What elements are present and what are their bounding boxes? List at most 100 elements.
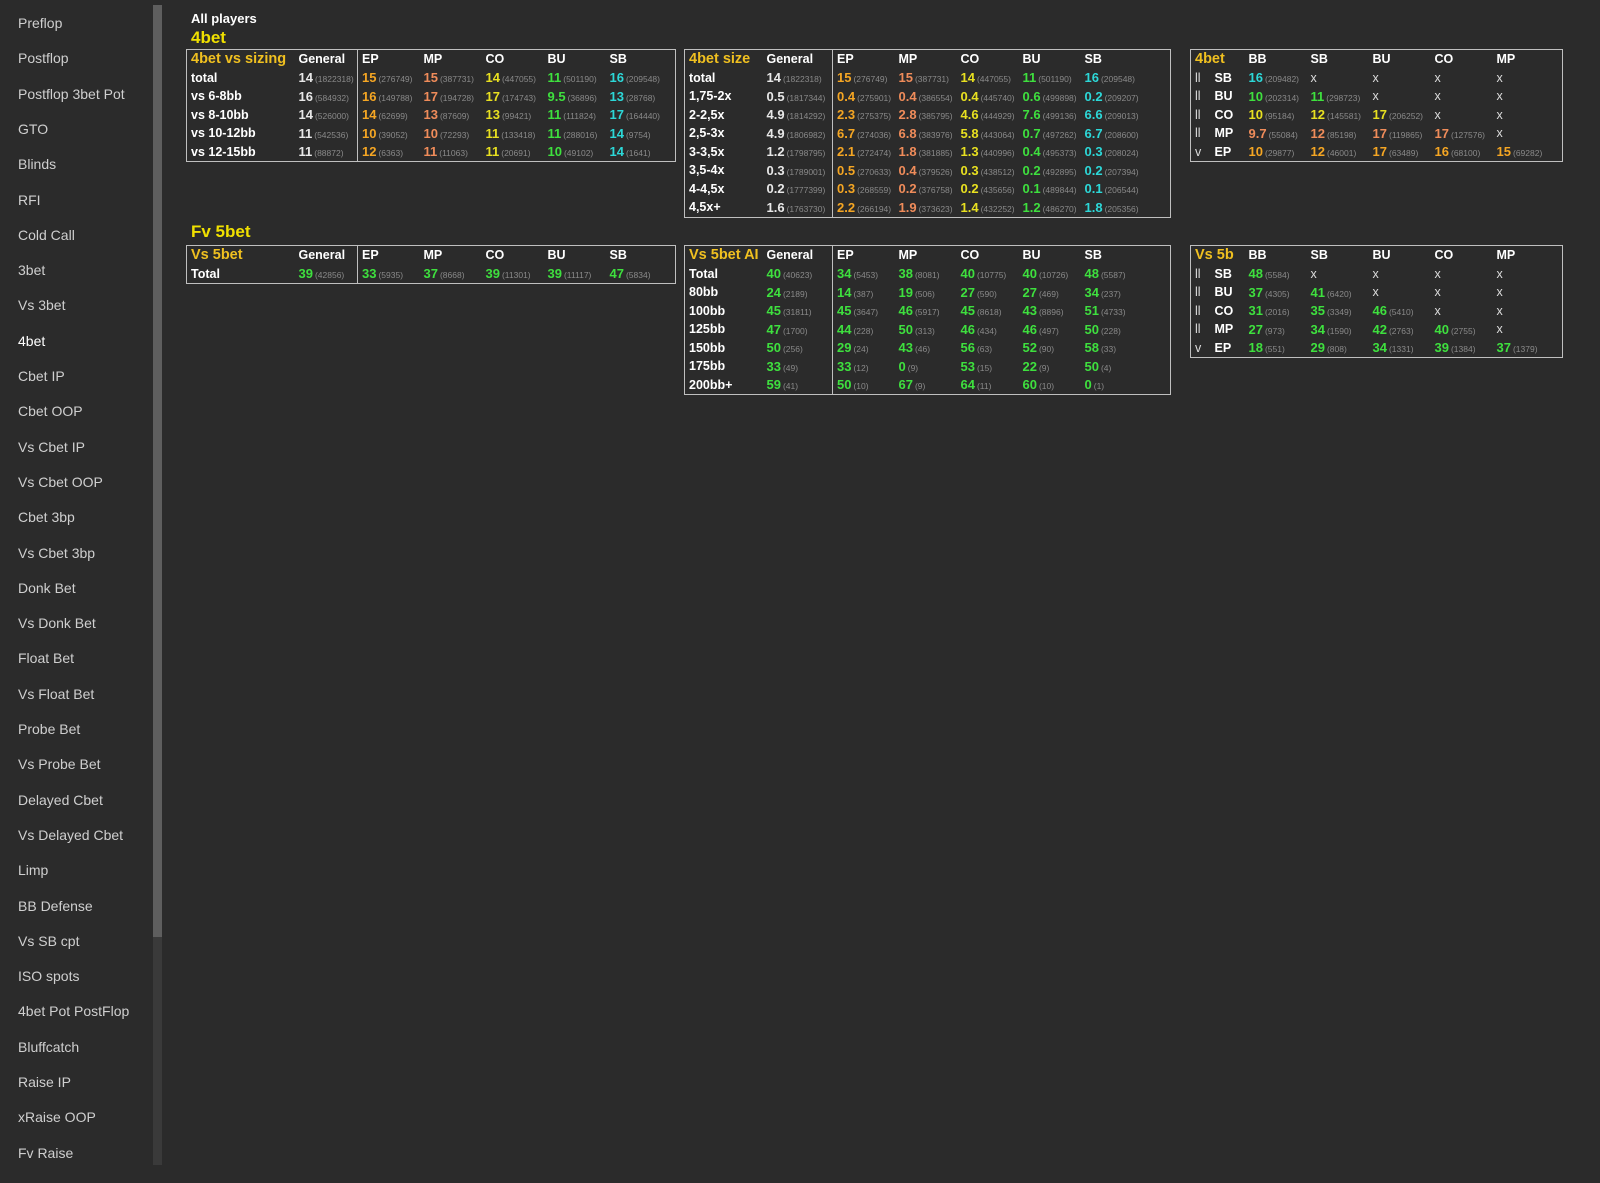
sample-count: (379526) xyxy=(918,166,953,177)
sample-count: (266194) xyxy=(857,203,892,214)
table-row: 1,75-2x 0.5 (1817344) 0.4 (275901) 0.4 (386554… xyxy=(685,87,1171,106)
cell-empty: x xyxy=(1434,89,1441,104)
sidebar-item-bluffcatch[interactable]: Bluffcatch xyxy=(18,1039,79,1055)
sidebar-item-vs-cbet-oop[interactable]: Vs Cbet OOP xyxy=(18,474,103,490)
sidebar-item-vs-donk-bet[interactable]: Vs Donk Bet xyxy=(18,615,96,631)
sample-count: (373623) xyxy=(918,203,953,214)
stat-cell: 43 (8896) xyxy=(1019,302,1081,321)
sidebar-item-float-bet[interactable]: Float Bet xyxy=(18,650,74,666)
table-row: Total 40 (40623) 34 (5453) 38 (8081) 40 (10775) 4… xyxy=(685,264,1171,283)
sample-count: (10775) xyxy=(976,270,1007,281)
column-header-co: CO xyxy=(1434,248,1454,263)
stat-value: 48 xyxy=(1084,266,1099,282)
table-vs-5bet: Vs 5bet General EP MP CO BU SB Total 39 (42856) 33… xyxy=(186,245,676,284)
sidebar-item-raise-ip[interactable]: Raise IP xyxy=(18,1074,71,1090)
stat-value: 60 xyxy=(1022,377,1037,393)
table-row: ll CO 31 (2016) 35 (3349) 46 (5410) x x xyxy=(1191,302,1563,321)
stat-cell: 9.5 (36896) xyxy=(544,87,606,106)
stat-value: 18 xyxy=(1248,340,1263,356)
table-row: ll BU 37 (4305) 41 (6420) x x x xyxy=(1191,283,1563,302)
sidebar-item-rfi[interactable]: RFI xyxy=(18,192,41,208)
sidebar-item-3bet[interactable]: 3bet xyxy=(18,262,45,278)
sidebar-item-donk-bet[interactable]: Donk Bet xyxy=(18,580,76,596)
stat-cell: 35 (3349) xyxy=(1307,302,1369,321)
table-row: 200bb+ 59 (41) 50 (10) 67 (9) 64 (11) 60 (10) 0 (1) xyxy=(685,375,1171,395)
stat-cell: x xyxy=(1369,265,1431,284)
stat-value: 39 xyxy=(1434,340,1449,356)
stat-cell: 17 (127576) xyxy=(1431,124,1493,143)
stat-cell: 12 (46001) xyxy=(1307,143,1369,162)
sidebar-item-probe-bet[interactable]: Probe Bet xyxy=(18,721,80,737)
sample-count: (9) xyxy=(1038,362,1050,373)
stat-value: 10 xyxy=(423,125,438,141)
stat-value: 13 xyxy=(423,107,438,123)
sidebar-item-vs-cbet-3bp[interactable]: Vs Cbet 3bp xyxy=(18,545,95,561)
stat-value: 12 xyxy=(362,144,377,160)
stat-value: 11 xyxy=(423,144,438,160)
stat-cell: 64 (11) xyxy=(957,376,1019,395)
sample-count: (209548) xyxy=(1100,74,1135,85)
sample-count: (447055) xyxy=(976,74,1011,85)
sidebar-item-xraise-oop[interactable]: xRaise OOP xyxy=(18,1109,96,1125)
sample-count: (590) xyxy=(976,288,997,299)
sidebar-item-preflop[interactable]: Preflop xyxy=(18,15,62,31)
sidebar-item-bb-defense[interactable]: BB Defense xyxy=(18,898,93,914)
stat-value: 0.2 xyxy=(898,181,917,197)
sidebar-item-delayed-cbet[interactable]: Delayed Cbet xyxy=(18,792,103,808)
table-row: vs 12-15bb 11 (88872) 12 (6363) 11 (11063) 11 (2… xyxy=(187,142,676,162)
sample-count: (275375) xyxy=(857,111,892,122)
sidebar-item-vs-sb-cpt[interactable]: Vs SB cpt xyxy=(18,933,79,949)
sidebar-item-cbet-3bp[interactable]: Cbet 3bp xyxy=(18,509,75,525)
sidebar-item-fv-raise[interactable]: Fv Raise xyxy=(18,1145,73,1161)
cell-empty: x xyxy=(1310,70,1317,85)
stat-cell: x xyxy=(1431,302,1493,321)
stat-value: 39 xyxy=(298,266,313,282)
sidebar-item-cold-call[interactable]: Cold Call xyxy=(18,227,75,243)
sidebar-item-iso-spots[interactable]: ISO spots xyxy=(18,968,79,984)
stat-value: 0.4 xyxy=(898,162,917,178)
stat-cell: 11 (20691) xyxy=(482,143,544,162)
stat-cell: 37 (1379) xyxy=(1493,339,1563,358)
sidebar-item-cbet-ip[interactable]: Cbet IP xyxy=(18,368,65,384)
stat-cell: 33 (5935) xyxy=(357,264,420,284)
stat-cell: 67 (9) xyxy=(895,376,957,395)
column-header-mp: MP xyxy=(423,248,443,263)
sample-count: (808) xyxy=(1326,344,1347,355)
sidebar-item-vs-delayed-cbet[interactable]: Vs Delayed Cbet xyxy=(18,827,123,843)
sidebar-item-vs-float-bet[interactable]: Vs Float Bet xyxy=(18,686,94,702)
stat-cell: x xyxy=(1369,283,1431,302)
stat-cell: x xyxy=(1431,283,1493,302)
scrollbar-thumb[interactable] xyxy=(153,5,162,937)
sidebar-scrollbar[interactable] xyxy=(153,5,162,1165)
column-header-mp: MP xyxy=(898,248,918,263)
stat-value: 15 xyxy=(898,70,913,86)
sidebar-item-vs-cbet-ip[interactable]: Vs Cbet IP xyxy=(18,439,85,455)
stat-cell: 1.3 (440996) xyxy=(957,143,1019,162)
stat-cell: 43 (46) xyxy=(895,339,957,358)
sidebar-item-vs-probe-bet[interactable]: Vs Probe Bet xyxy=(18,756,101,772)
stat-value: 41 xyxy=(1310,284,1325,300)
stat-value: 15 xyxy=(837,70,852,86)
sidebar-item-4bet-pot-postflop[interactable]: 4bet Pot PostFlop xyxy=(18,1003,129,1019)
sidebar-item-limp[interactable]: Limp xyxy=(18,862,48,878)
cell-empty: x xyxy=(1496,266,1503,281)
sidebar-item-cbet-oop[interactable]: Cbet OOP xyxy=(18,403,83,419)
stat-value: 14 xyxy=(362,107,377,123)
sample-count: (36896) xyxy=(567,92,597,103)
table-row: 4-4,5x 0.2 (1777399) 0.3 (268559) 0.2 (376758)… xyxy=(685,179,1171,198)
stat-cell: 4.6 (444929) xyxy=(957,106,1019,125)
sample-count: (69282) xyxy=(1512,148,1543,159)
row-label: Total xyxy=(689,266,718,281)
sample-count: (5935) xyxy=(378,270,404,281)
sidebar-item-postflop-3bet-pot[interactable]: Postflop 3bet Pot xyxy=(18,86,125,102)
stat-value: 0.2 xyxy=(1084,162,1103,178)
stat-value: 0.3 xyxy=(960,162,979,178)
sample-count: (4733) xyxy=(1100,307,1126,318)
sidebar-item-vs-3bet[interactable]: Vs 3bet xyxy=(18,297,65,313)
sidebar-item-blinds[interactable]: Blinds xyxy=(18,156,56,172)
sidebar-item-gto[interactable]: GTO xyxy=(18,121,48,137)
sidebar-item-postflop[interactable]: Postflop xyxy=(18,50,69,66)
stat-cell: 15 (387731) xyxy=(895,69,957,88)
sidebar-item-4bet[interactable]: 4bet xyxy=(18,333,45,349)
stat-cell: 0.4 (495373) xyxy=(1019,143,1081,162)
